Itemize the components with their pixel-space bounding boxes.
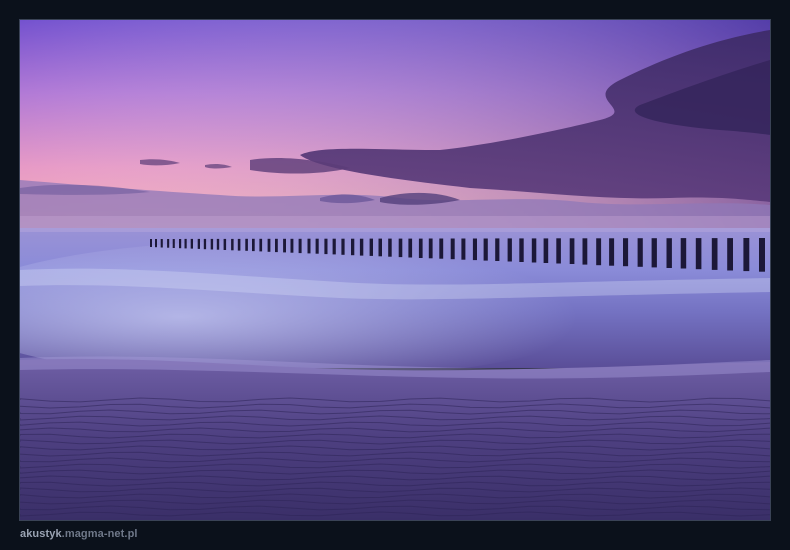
breakwater-post: [623, 238, 629, 267]
breakwater-post: [324, 238, 328, 255]
breakwater-post: [695, 238, 702, 270]
breakwater-post: [461, 238, 466, 260]
breakwater-post: [203, 238, 207, 250]
breakwater-post: [450, 238, 455, 260]
breakwater-post: [315, 238, 319, 254]
breakwater-post: [582, 238, 588, 265]
breakwater-post: [210, 238, 214, 250]
breakwater-post: [150, 239, 152, 247]
breakwater-post: [495, 238, 500, 261]
breakwater-post: [388, 238, 392, 257]
breakwater-post: [596, 238, 602, 266]
breakwater-post: [569, 238, 575, 264]
breakwater-post: [378, 238, 382, 257]
breakwater-post: [245, 238, 248, 251]
watermark-site-name: akustyk: [20, 528, 62, 540]
breakwater-post: [332, 238, 336, 255]
breakwater-post: [609, 238, 615, 266]
breakwater-post: [408, 238, 413, 258]
breakwater-post: [237, 238, 241, 251]
breakwater-post: [231, 238, 234, 251]
breakwater-post: [252, 238, 255, 252]
breakwater-post: [216, 238, 220, 250]
breakwater-post: [283, 238, 286, 253]
breakwater-post: [307, 238, 311, 254]
breakwater-post: [351, 238, 355, 256]
breakwater-post: [197, 238, 200, 249]
watermark: akustyk.magma-net.pl: [20, 528, 138, 540]
breakwater-post: [369, 238, 373, 256]
breakwater-post: [727, 238, 733, 271]
breakwater-post: [418, 238, 423, 258]
breakwater-post: [223, 238, 227, 250]
breakwater-post: [172, 239, 175, 248]
breakwater-post: [507, 238, 512, 262]
breakwater-post: [259, 238, 263, 252]
breakwater-post: [398, 238, 403, 258]
breakwater-post: [190, 238, 193, 249]
breakwater-post: [341, 238, 345, 255]
breakwater-post: [179, 239, 182, 249]
breakwater-post: [155, 239, 157, 248]
breakwater-post: [359, 238, 364, 256]
seascape-image: [20, 20, 770, 520]
breakwater-post: [743, 238, 750, 272]
breakwater-post: [483, 238, 488, 261]
breakwater-post: [184, 238, 187, 249]
breakwater-post: [267, 238, 271, 252]
breakwater-post: [167, 239, 170, 248]
watermark-domain: .magma-net.pl: [61, 528, 138, 540]
breakwater-post: [543, 238, 549, 263]
breakwater-post: [439, 238, 444, 259]
seascape-photo: [19, 19, 771, 521]
breakwater-post: [711, 238, 718, 270]
breakwater-post: [519, 238, 524, 262]
breakwater-post: [428, 238, 433, 259]
breakwater-post: [275, 238, 278, 253]
breakwater-post: [472, 238, 477, 261]
breakwater-post: [556, 238, 561, 264]
breakwater-post: [666, 238, 672, 268]
breakwater-post: [298, 238, 302, 254]
breakwater-post: [531, 238, 537, 263]
breakwater-post: [759, 238, 765, 272]
breakwater-post: [160, 239, 163, 248]
breakwater-post: [651, 238, 657, 268]
breakwater-post: [637, 238, 643, 267]
breakwater-post: [290, 238, 294, 253]
breakwater-post: [680, 238, 687, 269]
photo-frame: [0, 0, 790, 550]
